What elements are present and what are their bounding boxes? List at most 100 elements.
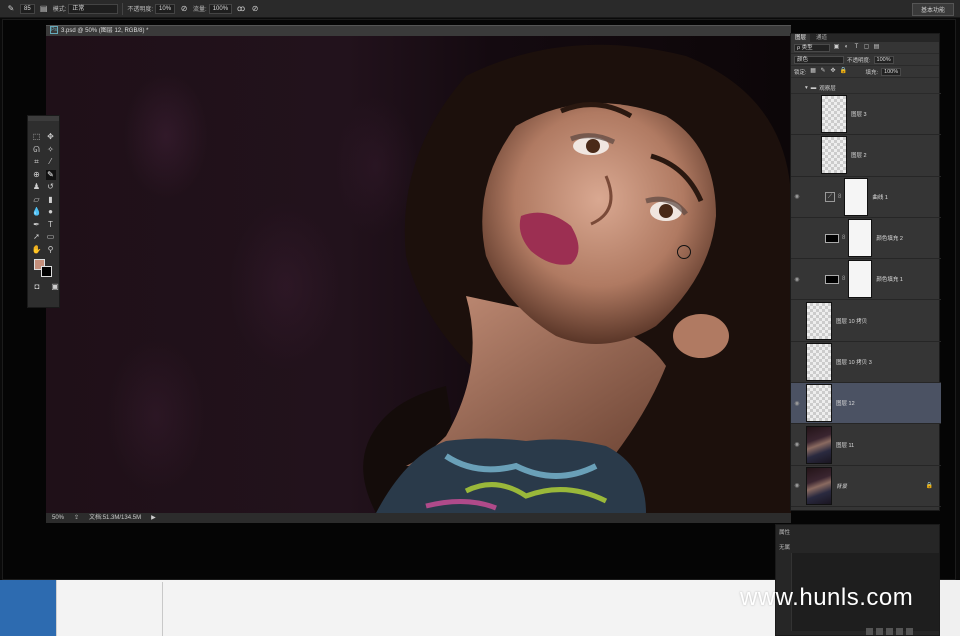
eye-icon[interactable]: ◉ <box>791 276 803 283</box>
workspace-button[interactable]: 基本功能 <box>911 3 954 16</box>
layer-row-selected[interactable]: ◉ 图层 12 <box>791 383 941 425</box>
layer-mask-thumbnail[interactable] <box>848 260 873 299</box>
type-tool-icon[interactable]: T <box>46 220 56 230</box>
background-color-swatch[interactable] <box>41 266 52 277</box>
dodge-tool-icon[interactable]: ● <box>46 207 56 217</box>
footer-button[interactable] <box>886 628 893 635</box>
quick-mask-icon[interactable]: ◘ <box>32 282 42 292</box>
screen-mode-icon[interactable]: ▣ <box>50 282 60 292</box>
document-size-info[interactable]: 文档:51.3M/134.5M <box>89 513 141 523</box>
zoom-readout[interactable]: 50% <box>52 513 64 523</box>
brush-size-field[interactable]: 85 <box>20 3 35 14</box>
lock-pixels-icon[interactable]: ✎ <box>820 68 827 75</box>
layer-name: 图层 2 <box>851 153 867 160</box>
lock-position-icon[interactable]: ✥ <box>830 68 837 75</box>
layer-row[interactable]: 图层 3 <box>791 94 941 136</box>
pressure-size-icon[interactable]: ⊘ <box>250 4 260 14</box>
eye-icon[interactable]: ◉ <box>791 441 803 448</box>
portrait-photo <box>363 44 791 513</box>
filter-pixel-icon[interactable]: ▣ <box>833 44 840 51</box>
hand-tool-icon[interactable]: ✋ <box>32 245 42 255</box>
watermark: www.hunls.com <box>740 584 914 611</box>
status-menu-arrow-icon[interactable]: ▶ <box>151 513 156 523</box>
fill-field[interactable]: 100% <box>881 67 902 76</box>
lock-all-icon[interactable]: 🔒 <box>840 68 847 75</box>
layer-thumbnail <box>806 425 832 464</box>
link-chain-icon[interactable]: 8 <box>842 235 845 241</box>
brush-cursor <box>677 245 691 259</box>
document-canvas[interactable] <box>46 36 791 513</box>
color-fill-swatch <box>825 274 839 284</box>
gradient-tool-icon[interactable]: ▮ <box>46 195 56 205</box>
eye-icon[interactable]: ◉ <box>791 400 803 407</box>
filter-type-icon[interactable]: T <box>853 44 860 51</box>
eraser-tool-icon[interactable]: ▱ <box>32 195 42 205</box>
layer-row[interactable]: ◉ 背景 🔒 <box>791 466 941 507</box>
layer-row[interactable]: ◉ ⟋ 8 曲线 1 <box>791 177 941 218</box>
footer-button[interactable] <box>876 628 883 635</box>
filter-smart-object-icon[interactable]: ▤ <box>873 44 880 51</box>
flow-field[interactable]: 100% <box>208 3 233 14</box>
footer-button[interactable] <box>906 628 913 635</box>
link-chain-icon[interactable]: 8 <box>842 276 845 282</box>
footer-button[interactable] <box>896 628 903 635</box>
layer-group-row[interactable]: ▾ ▬ 观察层 <box>791 83 941 94</box>
mode-control: 模式: 正常 <box>53 3 119 14</box>
opacity-field[interactable]: 10% <box>155 3 176 14</box>
blur-tool-icon[interactable]: 💧 <box>32 207 42 217</box>
filter-shape-icon[interactable]: ▢ <box>863 44 870 51</box>
layer-opacity-field[interactable]: 100% <box>873 55 894 64</box>
disclosure-triangle-icon[interactable]: ▾ <box>805 85 808 91</box>
mode-select[interactable]: 正常 <box>68 3 119 14</box>
layers-panel-tabs: 图层 通道 <box>791 34 939 42</box>
clone-stamp-tool-icon[interactable]: ♟ <box>32 182 42 192</box>
opacity-control: 不透明度: 10% <box>127 3 176 14</box>
layer-name: 颜色填充 2 <box>876 236 903 243</box>
zoom-tool-icon[interactable]: ⚲ <box>46 245 56 255</box>
move-tool-icon[interactable]: ✥ <box>46 132 56 142</box>
healing-brush-tool-icon[interactable]: ⊕ <box>32 170 42 180</box>
path-selection-tool-icon[interactable]: ➚ <box>32 232 42 242</box>
document-tab[interactable]: Ps 3.psd @ 50% (图层 12, RGB/8) * <box>46 25 791 36</box>
pressure-opacity-icon[interactable]: ⊘ <box>179 4 189 14</box>
lasso-tool-icon[interactable]: ᘏ <box>32 145 42 155</box>
filter-adjustment-icon[interactable]: ◐ <box>843 44 850 51</box>
brush-tool-icon[interactable]: ✎ <box>45 169 56 180</box>
group-name: 观察层 <box>819 86 836 92</box>
airbrush-icon[interactable]: ꝏ <box>236 4 246 14</box>
brush-panel-icon[interactable]: ▤ <box>39 4 49 14</box>
properties-tab[interactable]: 属性 <box>779 528 790 536</box>
share-icon[interactable]: ⇪ <box>74 513 79 523</box>
layer-name: 背景 <box>836 483 848 490</box>
shape-tool-icon[interactable]: ▭ <box>46 232 56 242</box>
document-title: 3.psd @ 50% (图层 12, RGB/8) * <box>61 28 149 34</box>
layer-thumbnail <box>806 384 832 423</box>
brush-tool-icon[interactable]: ✎ <box>6 4 16 14</box>
footer-button[interactable] <box>866 628 873 635</box>
history-brush-tool-icon[interactable]: ↺ <box>46 182 56 192</box>
pen-tool-icon[interactable]: ✒ <box>32 220 42 230</box>
crop-tool-icon[interactable]: ⌗ <box>32 157 42 167</box>
layer-mask-thumbnail[interactable] <box>848 219 873 258</box>
layer-filter-select[interactable]: ρ 类型 <box>794 43 830 52</box>
tab-layers[interactable]: 图层 <box>791 34 811 42</box>
layer-mask-thumbnail[interactable] <box>844 177 869 216</box>
layer-row[interactable]: 8 颜色填充 2 <box>791 218 941 260</box>
layer-row[interactable]: ◉ 图层 11 <box>791 424 941 466</box>
eye-icon[interactable]: ◉ <box>791 482 803 489</box>
layer-row[interactable]: ◉ 8 颜色填充 1 <box>791 259 941 301</box>
opacity-label: 不透明度: <box>127 7 154 13</box>
layer-filter-row: ρ 类型 ▣ ◐ T ▢ ▤ <box>791 42 939 54</box>
link-chain-icon[interactable]: 8 <box>838 194 841 200</box>
eyedropper-tool-icon[interactable]: ⁄ <box>46 157 56 167</box>
blend-mode-select[interactable]: 颜色 <box>794 55 844 64</box>
lock-transparent-icon[interactable]: ▦ <box>810 68 817 75</box>
layer-row[interactable]: 图层 2 <box>791 135 941 177</box>
marquee-tool-icon[interactable]: ⬚ <box>32 132 42 142</box>
tab-channels[interactable]: 通道 <box>812 34 831 42</box>
eye-icon[interactable]: ◉ <box>791 193 803 200</box>
status-bar: 50% ⇪ 文档:51.3M/134.5M ▶ <box>46 513 791 523</box>
layer-row[interactable]: 图层 10 拷贝 <box>791 300 941 342</box>
layer-row[interactable]: 图层 10 拷贝 3 <box>791 342 941 384</box>
quick-selection-tool-icon[interactable]: ✧ <box>46 145 56 155</box>
